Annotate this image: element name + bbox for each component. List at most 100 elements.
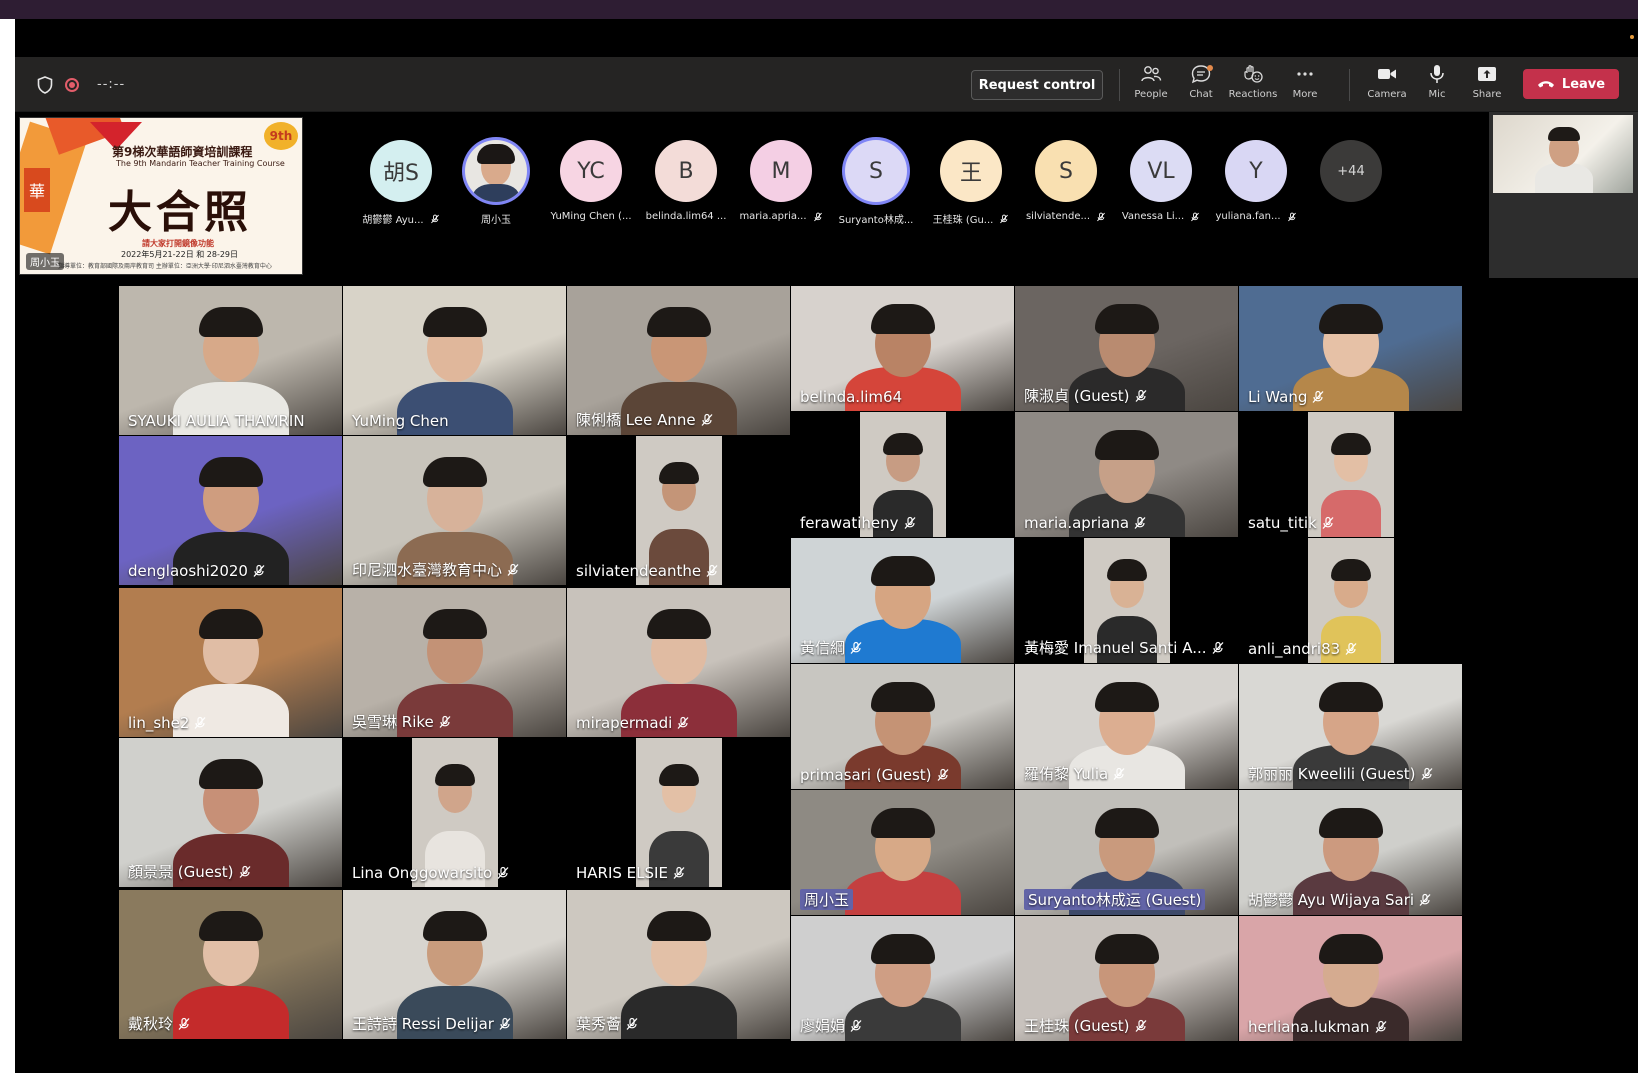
more-button[interactable]: More [1277,63,1333,107]
participant-video-tile[interactable]: SYAUKI AULIA THAMRIN [119,286,342,435]
participant-video-tile[interactable]: 吳雪琳 Rike [343,588,566,737]
participant-name-label: Lina Onggowarsito [352,864,510,882]
participant-video-tile[interactable]: 黃信綱 [791,538,1014,663]
mic-off-icon [1212,641,1223,654]
participant-video-tile[interactable]: 周小玉 [791,790,1014,915]
strip-participant[interactable]: YC YuMing Chen (... [545,140,637,222]
participant-name-text: Li Wang [1248,388,1308,406]
strip-participant[interactable]: Mmaria.apria... [735,140,827,222]
strip-participant[interactable]: VL Vanessa Li... [1115,140,1207,222]
self-video[interactable] [1493,115,1633,193]
chat-unread-dot [1207,65,1213,71]
participant-video-tile[interactable]: 郭丽丽 Kweelili (Guest) [1239,664,1462,789]
overflow-participants-button[interactable]: +44 [1305,140,1397,202]
strip-participant[interactable]: 王王桂珠 (Gu... [925,140,1017,226]
mic-off-icon [904,516,915,529]
chat-label: Chat [1189,89,1213,100]
participant-video-tile[interactable]: denglaoshi2020 [119,436,342,585]
notification-dot [1630,35,1634,39]
participant-name-text: anli_andri83 [1248,640,1341,658]
strip-participant[interactable]: 胡S 胡鬱鬱 Ayu... [355,140,447,226]
meeting-window: --:-- Request control People Chat Reacti… [15,19,1638,1073]
participant-name-text: belinda.lim64 ... [645,211,727,222]
strip-participant[interactable]: S Suryanto林成... [830,140,922,226]
participant-video-tile[interactable]: belinda.lim64 [791,286,1014,411]
participant-video-tile[interactable]: anli_andri83 [1239,538,1462,663]
mic-off-icon [1000,214,1009,223]
participant-name-label: 廖娟娟 [800,1015,863,1036]
participant-initials: S [1035,140,1097,202]
participant-name-text: YuMing Chen [352,412,449,430]
participant-video-tile[interactable]: 羅侑黎 Yulia [1015,664,1238,789]
participant-name-text: HARIS ELSIE [576,864,668,882]
participant-video-tile[interactable]: 戴秋玲 [119,890,342,1039]
participant-name-label: 周小玉 [800,889,854,910]
participant-video-tile[interactable]: 葉秀薈 [567,890,790,1039]
participant-name-text: Vanessa Li... [1121,211,1185,222]
mic-off-icon [194,716,206,729]
strip-participant[interactable]: Ssilviatende... [1020,140,1112,222]
participant-video-tile[interactable]: 王桂珠 (Guest) [1015,916,1238,1041]
participant-video-tile[interactable]: Suryanto林成运 (Guest) [1015,790,1238,915]
participant-video-tile[interactable]: primasari (Guest) [791,664,1014,789]
people-button[interactable]: People [1123,63,1179,107]
strip-participant[interactable]: 周小玉 [450,140,542,226]
participant-name-text: mirapermadi [576,714,673,732]
participant-name-text: 廖娟娟 [800,1017,846,1035]
participant-name-text: 周小玉 [481,215,511,226]
participant-video-tile[interactable]: satu_titik [1239,412,1462,537]
share-button[interactable]: Share [1459,63,1515,107]
ninth-badge: 9th [264,122,298,150]
participant-name-text: 羅侑黎 Yulia [1024,765,1109,783]
strip-participant-name: belinda.lim64 ... [646,211,727,222]
participant-video-tile[interactable]: Lina Onggowarsito [343,738,566,887]
share-label: Share [1472,89,1502,100]
chat-button[interactable]: Chat [1173,63,1229,107]
request-control-button[interactable]: Request control [971,70,1103,100]
participant-hair [423,457,487,487]
participant-video-tile[interactable]: 印尼泗水臺灣教育中心 [343,436,566,585]
participant-name-text: 陳淑貞 (Guest) [1024,387,1130,405]
participant-name-text: primasari (Guest) [800,766,932,784]
participant-name-text: lin_she2 [128,714,190,732]
mic-button[interactable]: Mic [1409,63,1465,107]
participant-video-tile[interactable]: HARIS ELSIE [567,738,790,887]
participant-video-tile[interactable]: 陳淑貞 (Guest) [1015,286,1238,411]
shield-icon[interactable] [37,75,53,94]
participant-name-label: 黃信綱 [800,637,863,658]
participant-video-tile[interactable]: herliana.lukman [1239,916,1462,1041]
participant-video-tile[interactable]: 廖娟娟 [791,916,1014,1041]
meeting-timer: --:-- [97,77,126,92]
participant-name-label: 吳雪琳 Rike [352,711,452,732]
strip-participant-name: Suryanto林成... [839,211,914,226]
participant-video-tile[interactable]: ferawatiheny [791,412,1014,537]
mic-off-icon [1097,212,1105,221]
participant-video-tile[interactable]: Li Wang [1239,286,1462,411]
participant-video-tile[interactable]: 陳俐橋 Lee Anne [567,286,790,435]
participant-video-tile[interactable]: 胡鬱鬱 Ayu Wijaya Sari [1239,790,1462,915]
reactions-button[interactable]: Reactions [1225,63,1281,107]
participant-name-label: SYAUKI AULIA THAMRIN [128,412,305,430]
shared-content[interactable]: 華 9th 第9梯次華語師資培訓課程 The 9th Mandarin Teac… [19,117,303,275]
participant-hair [1107,559,1147,582]
leave-button[interactable]: Leave [1523,69,1619,99]
participant-name-label: satu_titik [1248,514,1335,532]
participant-video-tile[interactable]: 黃梅愛 Imanuel Santi A... [1015,538,1238,663]
participant-video-tile[interactable]: silviatendeanthe [567,436,790,585]
participant-name-text: 王桂珠 (Gu... [932,215,994,226]
participant-video-tile[interactable]: 顏景景 (Guest) [119,738,342,887]
strip-participant[interactable]: Yyuliana.fan... [1210,140,1302,222]
participant-name-label: ferawatiheny [800,514,917,532]
camera-button[interactable]: Camera [1359,63,1415,107]
participant-video-tile[interactable]: maria.apriana [1015,412,1238,537]
participant-name-text: ferawatiheny [800,514,899,532]
participant-initials: B [655,140,717,202]
mic-off-icon [1135,1019,1147,1032]
participant-video-tile[interactable]: YuMing Chen [343,286,566,435]
participant-video-tile[interactable]: 王詩詩 Ressi Delijar [343,890,566,1039]
participant-name-label: HARIS ELSIE [576,864,686,882]
strip-participant[interactable]: Bbelinda.lim64 ... [640,140,732,222]
participant-video-tile[interactable]: lin_she2 [119,588,342,737]
participant-initials: YC [560,140,622,202]
participant-video-tile[interactable]: mirapermadi [567,588,790,737]
